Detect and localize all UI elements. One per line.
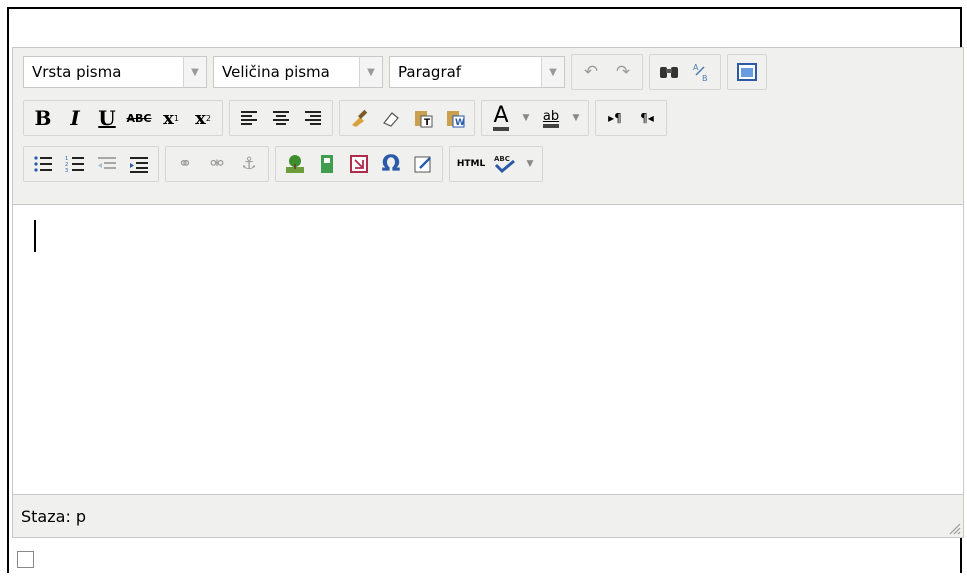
underline-button[interactable]: U: [92, 103, 122, 133]
font-family-select[interactable]: Vrsta pisma ▼: [23, 56, 207, 88]
paste-word-icon[interactable]: W: [440, 103, 470, 133]
svg-text:B: B: [702, 74, 708, 83]
path-label: Staza: p: [21, 506, 87, 526]
redo-icon[interactable]: ↷: [608, 57, 638, 87]
strikethrough-button[interactable]: ABC: [124, 103, 154, 133]
chevron-down-icon[interactable]: ▼: [541, 57, 564, 87]
find-binoculars-icon[interactable]: [654, 57, 684, 87]
svg-text:ABC: ABC: [494, 155, 510, 163]
clipboard-group: T W: [339, 100, 475, 136]
font-size-select[interactable]: Veličina pisma ▼: [213, 56, 383, 88]
align-right-icon[interactable]: [298, 103, 328, 133]
anchor-icon[interactable]: ⚓: [234, 149, 264, 179]
outdent-icon[interactable]: [92, 149, 122, 179]
text-style-group: B I U ABC x1 x2: [23, 100, 223, 136]
image-icon[interactable]: [280, 149, 310, 179]
checkbox[interactable]: [17, 551, 34, 568]
toolbar-row-2: B I U ABC x1 x2 T W A ▼ ab ▼ ▸¶ ¶◂: [23, 100, 673, 136]
chevron-down-icon[interactable]: ▼: [568, 103, 584, 133]
text-cursor: [34, 220, 36, 252]
rich-text-editor: Vrsta pisma ▼ Veličina pisma ▼ Paragraf …: [12, 47, 964, 538]
align-center-icon[interactable]: [266, 103, 296, 133]
undo-icon[interactable]: ↶: [576, 57, 606, 87]
svg-text:W: W: [455, 118, 465, 128]
resize-grip-icon[interactable]: [947, 521, 961, 535]
html-source-button[interactable]: HTML: [454, 149, 488, 179]
cleanup-brush-icon[interactable]: [344, 103, 374, 133]
font-color-button[interactable]: A: [486, 103, 516, 133]
nonbreaking-icon[interactable]: [344, 149, 374, 179]
format-label: Paragraf: [398, 63, 462, 81]
unlink-icon[interactable]: ⚮: [202, 149, 232, 179]
html-spell-group: HTML ABC ▼: [449, 146, 543, 182]
bullet-list-icon[interactable]: [28, 149, 58, 179]
color-group: A ▼ ab ▼: [481, 100, 589, 136]
link-group: ⚭ ⚮ ⚓: [165, 146, 269, 182]
direction-group: ▸¶ ¶◂: [595, 100, 667, 136]
numbered-list-icon[interactable]: 123: [60, 149, 90, 179]
format-select[interactable]: Paragraf ▼: [389, 56, 565, 88]
status-bar: Staza: p: [13, 494, 963, 537]
subscript-button[interactable]: x1: [156, 103, 186, 133]
chevron-down-icon[interactable]: ▼: [183, 57, 206, 87]
edit-note-icon[interactable]: [408, 149, 438, 179]
special-char-omega-icon[interactable]: Ω: [376, 149, 406, 179]
font-size-label: Veličina pisma: [222, 63, 330, 81]
chevron-down-icon[interactable]: ▼: [522, 149, 538, 179]
fullscreen-icon[interactable]: [732, 57, 762, 87]
ltr-icon[interactable]: ▸¶: [600, 103, 630, 133]
toolbar-row-3: 123 ⚭ ⚮ ⚓ Ω HTML ABC ▼: [23, 146, 549, 182]
replace-icon[interactable]: AB: [686, 57, 716, 87]
chevron-down-icon[interactable]: ▼: [359, 57, 382, 87]
svg-text:T: T: [424, 118, 431, 128]
undo-redo-group: ↶ ↷: [571, 54, 643, 90]
editor-content-area[interactable]: [13, 205, 963, 495]
italic-button[interactable]: I: [60, 103, 90, 133]
insert-group: Ω: [275, 146, 443, 182]
superscript-button[interactable]: x2: [188, 103, 218, 133]
indent-icon[interactable]: [124, 149, 154, 179]
alignment-group: [229, 100, 333, 136]
highlight-button[interactable]: ab: [536, 103, 566, 133]
search-group: AB: [649, 54, 721, 90]
svg-text:A: A: [693, 63, 699, 72]
rtl-icon[interactable]: ¶◂: [632, 103, 662, 133]
font-family-label: Vrsta pisma: [32, 63, 122, 81]
chevron-down-icon[interactable]: ▼: [518, 103, 534, 133]
media-icon[interactable]: [312, 149, 342, 179]
eraser-icon[interactable]: [376, 103, 406, 133]
editor-toolbar: Vrsta pisma ▼ Veličina pisma ▼ Paragraf …: [13, 48, 963, 205]
toolbar-row-1: Vrsta pisma ▼ Veličina pisma ▼ Paragraf …: [23, 54, 773, 90]
bold-button[interactable]: B: [28, 103, 58, 133]
list-group: 123: [23, 146, 159, 182]
align-left-icon[interactable]: [234, 103, 264, 133]
fullscreen-group: [727, 54, 767, 90]
svg-text:3: 3: [65, 168, 68, 173]
paste-text-icon[interactable]: T: [408, 103, 438, 133]
link-icon[interactable]: ⚭: [170, 149, 200, 179]
spellcheck-icon[interactable]: ABC: [490, 149, 520, 179]
